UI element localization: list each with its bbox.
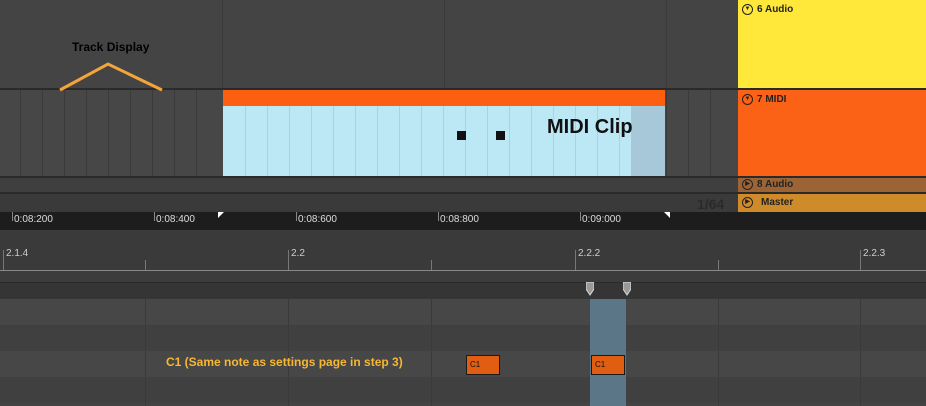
track-unfold-icon[interactable]: ▶ — [742, 179, 753, 190]
annotation-caret-icon — [59, 62, 163, 92]
midi-clip-annotation: MIDI Clip — [547, 116, 633, 138]
beat-ruler-label: 2.2.3 — [863, 248, 886, 259]
time-selection — [590, 299, 626, 406]
track-unfold-icon[interactable]: ▶ — [742, 197, 753, 208]
track-name: Master — [761, 197, 794, 209]
time-ruler-label: 0:08:600 — [298, 214, 337, 225]
track-name: 7 MIDI — [757, 94, 787, 106]
time-ruler-label: 0:08:200 — [14, 214, 53, 225]
midi-note[interactable]: C1 — [466, 355, 500, 375]
time-ruler-label: 0:09:000 — [582, 214, 621, 225]
clip-end-marker-icon — [664, 212, 670, 218]
grid-zoom-indicator: 1/64 — [697, 196, 725, 212]
note-label: C1 — [595, 360, 606, 369]
track-header-7-midi[interactable]: ▼ 7 MIDI — [738, 90, 926, 178]
beat-ruler-label: 2.1.4 — [6, 248, 29, 259]
track-header-6-audio[interactable]: ▼ 6 Audio — [738, 0, 926, 90]
beat-ruler-label: 2.2 — [291, 248, 305, 259]
piano-roll[interactable] — [0, 299, 926, 406]
loop-start-marker-icon[interactable] — [586, 282, 594, 296]
clip-start-marker-icon — [218, 212, 224, 218]
track-header-master[interactable]: ▶ Master — [738, 194, 926, 212]
clip-note — [496, 131, 505, 140]
time-ruler-label: 0:08:400 — [156, 214, 195, 225]
c1-note-annotation: C1 (Same note as settings page in step 3… — [166, 355, 403, 369]
track-fold-icon[interactable]: ▼ — [742, 4, 753, 15]
clip-note — [457, 131, 466, 140]
track-display-annotation: Track Display — [72, 40, 150, 54]
track-lane-master[interactable] — [0, 194, 738, 212]
clip-loop-region — [631, 106, 665, 176]
midi-clip[interactable]: MIDI Clip — [223, 90, 665, 176]
track-fold-icon[interactable]: ▼ — [742, 94, 753, 105]
clip-title-bar[interactable] — [223, 90, 665, 106]
time-ruler[interactable]: 0:08:200 0:08:400 0:08:600 0:08:800 0:09… — [0, 212, 926, 230]
track-lane-8-audio[interactable] — [0, 178, 738, 194]
track-name: 6 Audio — [757, 4, 794, 16]
beat-ruler[interactable]: 2.1.4 2.2 2.2.2 2.2.3 — [0, 242, 926, 271]
beat-ruler-label: 2.2.2 — [578, 248, 601, 259]
note-label: C1 — [470, 360, 481, 369]
track-header-8-audio[interactable]: ▶ 8 Audio — [738, 178, 926, 194]
time-ruler-label: 0:08:800 — [440, 214, 479, 225]
track-name: 8 Audio — [757, 179, 794, 191]
midi-note[interactable]: C1 — [591, 355, 625, 375]
loop-brace-strip[interactable] — [0, 282, 926, 300]
loop-end-marker-icon[interactable] — [623, 282, 631, 296]
